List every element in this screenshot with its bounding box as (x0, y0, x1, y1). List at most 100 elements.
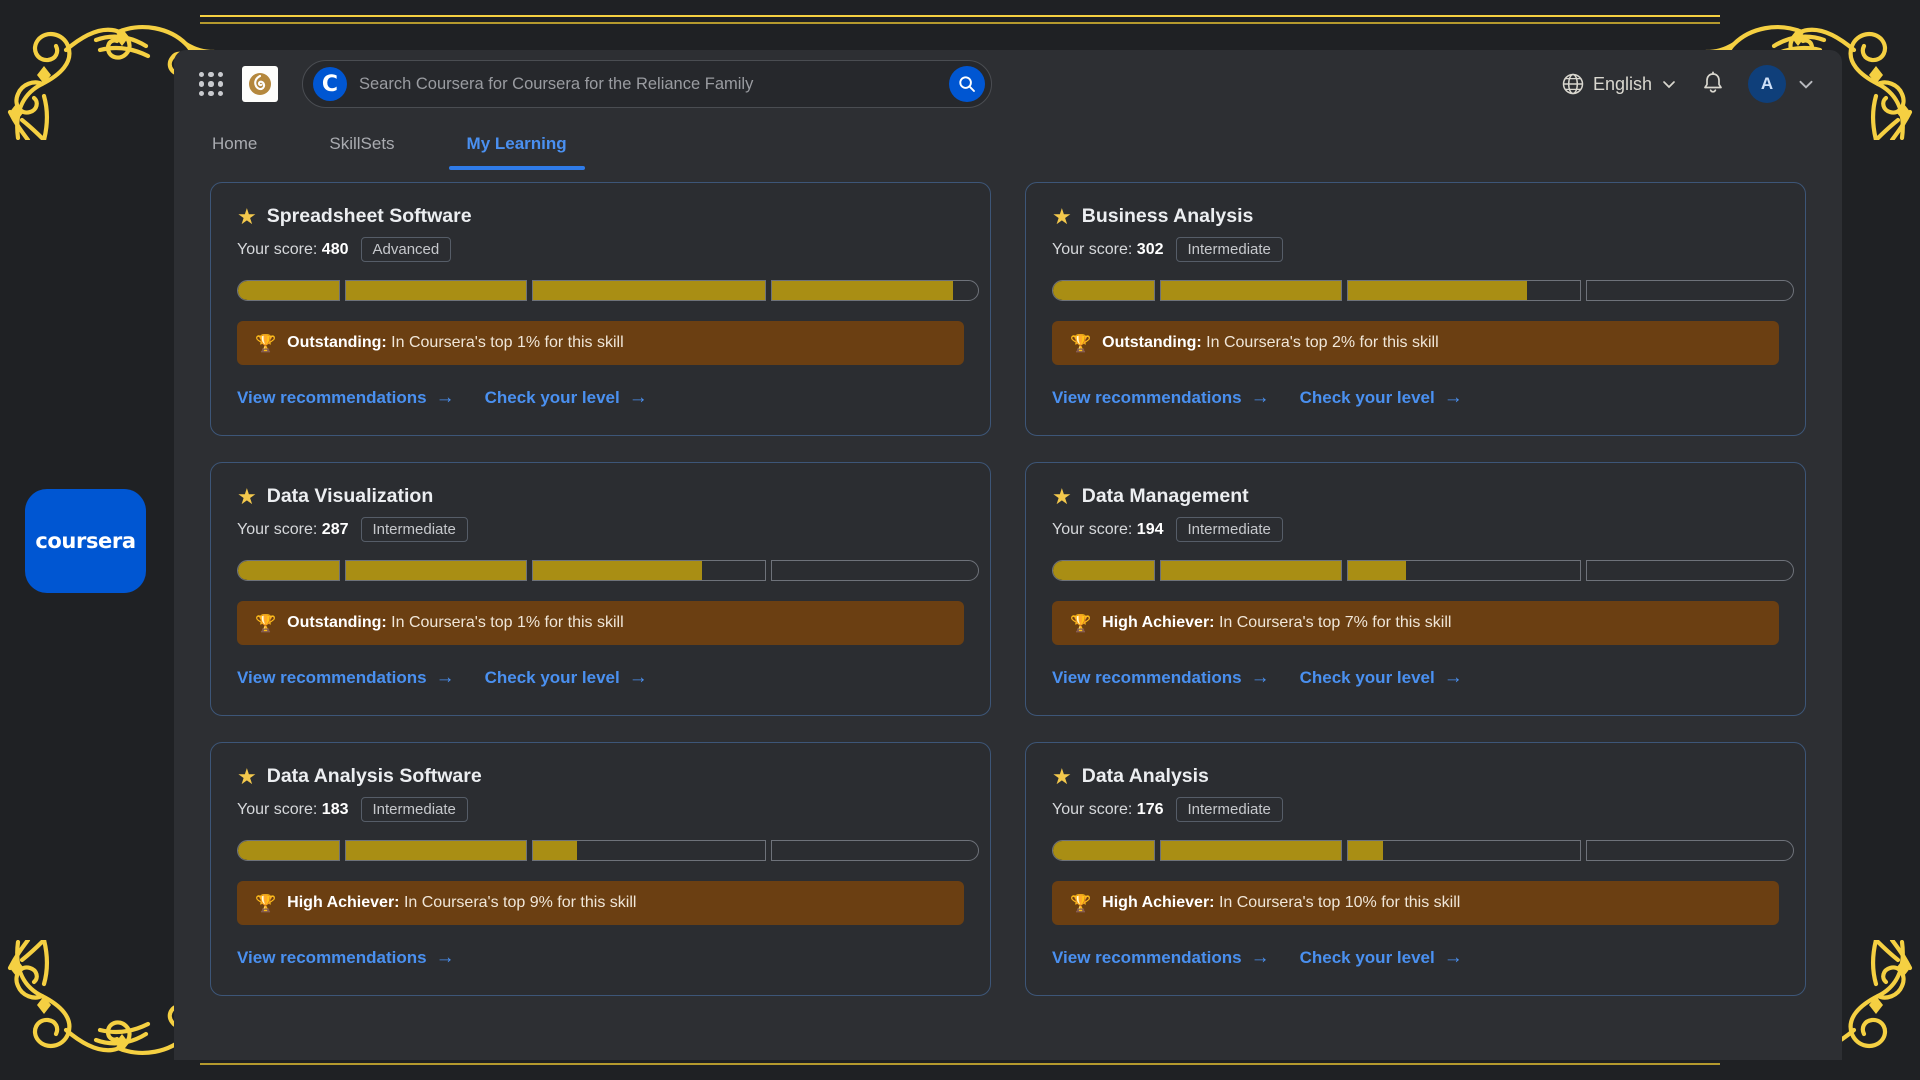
achievement-label: High Achiever: (1102, 894, 1215, 911)
card-links: View recommendations → Check your level → (237, 387, 964, 409)
card-link-label: View recommendations (237, 668, 427, 687)
star-icon: ★ (237, 203, 257, 229)
view-recommendations-link[interactable]: View recommendations → (1052, 387, 1270, 409)
arrow-right-icon: → (1443, 947, 1463, 968)
progress-segment-fill (1161, 841, 1341, 860)
card-title-row: ★ Data Analysis Software (237, 765, 964, 788)
score-text: Your score: 183 (237, 801, 349, 819)
bell-icon[interactable] (1700, 71, 1726, 97)
score-row: Your score: 183 Intermediate (237, 797, 964, 822)
view-recommendations-link[interactable]: View recommendations → (237, 387, 455, 409)
star-icon: ★ (1052, 483, 1072, 509)
progress-segment-fill (238, 561, 340, 580)
frame-line-top-outer (200, 15, 1720, 17)
frame-line-top-inner (200, 22, 1720, 24)
arrow-right-icon: → (1443, 387, 1463, 408)
coursera-app-window: C English (174, 50, 1842, 1060)
card-link-label: View recommendations (237, 388, 427, 407)
card-link-label: Check your level (1299, 948, 1435, 967)
card-title-row: ★ Spreadsheet Software (237, 205, 964, 228)
skill-card: ★ Data Analysis Your score: 176 Intermediat… (1025, 742, 1806, 996)
skill-title: Spreadsheet Software (266, 205, 472, 227)
arrow-right-icon: → (1250, 947, 1270, 968)
achievement-detail: In Coursera's top 10% for this skill (1218, 894, 1461, 911)
achievement-banner: 🏆 Outstanding: In Coursera's top 1% for t… (237, 321, 964, 365)
skill-title: Business Analysis (1081, 205, 1254, 227)
progress-segment (237, 560, 341, 581)
score-value: 194 (1136, 520, 1164, 538)
header-right-controls: English A (1561, 65, 1816, 103)
progress-segment (237, 280, 341, 301)
card-links: View recommendations → (237, 947, 964, 969)
progress-segment (1586, 280, 1794, 301)
card-links: View recommendations → Check your level → (1052, 667, 1779, 689)
progress-segment (1586, 560, 1794, 581)
achievement-banner: 🏆 High Achiever: In Coursera's top 9% for… (237, 881, 964, 925)
achievement-banner: 🏆 Outstanding: In Coursera's top 2% for t… (1052, 321, 1779, 365)
achievement-label: Outstanding: (287, 334, 387, 351)
account-menu[interactable]: A (1748, 65, 1816, 103)
avatar: A (1748, 65, 1786, 103)
coursera-c-icon: C (313, 67, 347, 101)
reliance-glyph-icon (249, 73, 271, 95)
score-prefix: Your score: (1052, 800, 1133, 818)
tab-home[interactable]: Home (194, 118, 275, 170)
achievement-banner: 🏆 Outstanding: In Coursera's top 1% for t… (237, 601, 964, 645)
achievement-text: High Achiever: In Coursera's top 10% for… (1102, 894, 1460, 912)
arrow-right-icon: → (1250, 387, 1270, 408)
check-your-level-link[interactable]: Check your level → (1300, 947, 1463, 969)
view-recommendations-link[interactable]: View recommendations → (1052, 947, 1270, 969)
search-input[interactable] (359, 74, 937, 94)
coursera-wordmark: coursera (35, 529, 136, 553)
search-bar[interactable]: C (302, 60, 992, 108)
score-row: Your score: 302 Intermediate (1052, 237, 1779, 262)
check-your-level-link[interactable]: Check your level → (485, 667, 648, 689)
tab-my-learning[interactable]: My Learning (448, 118, 585, 170)
trophy-icon: 🏆 (255, 893, 277, 913)
progress-segment (345, 280, 527, 301)
achievement-label: Outstanding: (287, 614, 387, 631)
coursera-app-tile[interactable]: coursera (25, 489, 146, 593)
view-recommendations-link[interactable]: View recommendations → (237, 667, 455, 689)
achievement-label: Outstanding: (1102, 334, 1202, 351)
skill-progress-bar (237, 560, 979, 581)
skill-title: Data Visualization (266, 485, 434, 507)
star-icon: ★ (1052, 763, 1072, 789)
check-your-level-link[interactable]: Check your level → (1300, 667, 1463, 689)
progress-segment (1160, 280, 1342, 301)
progress-segment-fill (1347, 281, 1527, 300)
trophy-icon: 🏆 (1070, 333, 1092, 353)
score-value: 302 (1136, 240, 1164, 258)
skill-progress-bar (1052, 560, 1794, 581)
skill-progress-bar (1052, 280, 1794, 301)
reliance-logo-icon[interactable] (242, 66, 278, 102)
primary-nav: Home SkillSets My Learning (174, 118, 1842, 170)
progress-segment (1346, 280, 1582, 301)
progress-segment (1160, 840, 1342, 861)
check-your-level-link[interactable]: Check your level → (1300, 387, 1463, 409)
search-submit-button[interactable] (949, 66, 985, 102)
achievement-text: Outstanding: In Coursera's top 2% for th… (1102, 334, 1438, 352)
achievement-detail: In Coursera's top 7% for this skill (1218, 614, 1452, 631)
achievement-text: High Achiever: In Coursera's top 7% for … (1102, 614, 1451, 632)
grid-apps-icon[interactable] (194, 67, 228, 101)
view-recommendations-link[interactable]: View recommendations → (237, 947, 455, 969)
achievement-detail: In Coursera's top 2% for this skill (1206, 334, 1439, 351)
language-selector[interactable]: English (1561, 72, 1678, 96)
level-badge: Intermediate (1175, 517, 1283, 542)
card-link-label: View recommendations (1052, 388, 1242, 407)
achievement-banner: 🏆 High Achiever: In Coursera's top 10% fo… (1052, 881, 1779, 925)
card-link-label: Check your level (1299, 668, 1435, 687)
trophy-icon: 🏆 (255, 613, 277, 633)
skill-card: ★ Data Analysis Software Your score: 183 In… (210, 742, 991, 996)
progress-segment-fill (1053, 561, 1155, 580)
score-text: Your score: 302 (1052, 241, 1164, 259)
trophy-icon: 🏆 (1070, 893, 1092, 913)
score-prefix: Your score: (1052, 240, 1133, 258)
check-your-level-link[interactable]: Check your level → (485, 387, 648, 409)
tab-skillsets[interactable]: SkillSets (311, 118, 412, 170)
progress-segment (237, 840, 341, 861)
tab-label: SkillSets (329, 134, 395, 153)
skill-progress-bar (237, 280, 979, 301)
view-recommendations-link[interactable]: View recommendations → (1052, 667, 1270, 689)
